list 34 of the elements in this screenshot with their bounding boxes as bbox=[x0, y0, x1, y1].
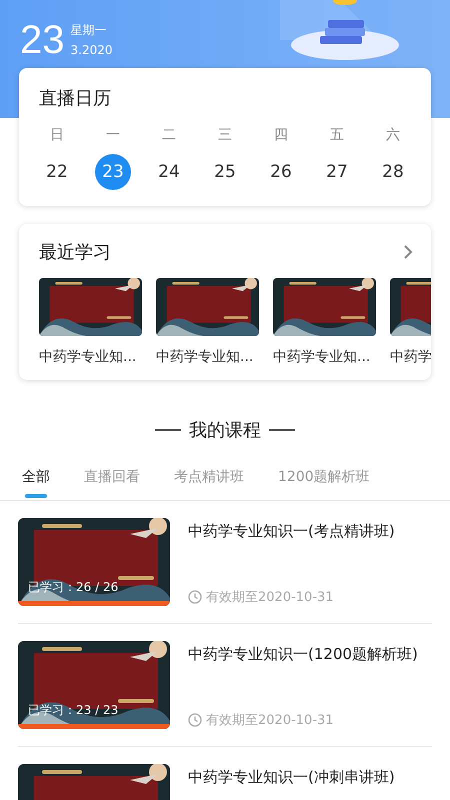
day-number: 23 bbox=[20, 20, 64, 60]
course-title[interactable]: 中药学专业知识一(1200题解析班) bbox=[188, 645, 418, 664]
course-title[interactable]: 中药学专业知... bbox=[156, 348, 259, 366]
progress-label: 已学习：26 / 26 bbox=[28, 579, 118, 596]
clock-icon bbox=[188, 713, 202, 727]
weekday-label: 四 bbox=[274, 126, 288, 144]
course-title[interactable]: 中药学 bbox=[390, 348, 431, 366]
calendar-date[interactable]: 24 bbox=[151, 154, 187, 190]
chevron-right-icon[interactable] bbox=[403, 244, 413, 260]
weekday-label: 三 bbox=[218, 126, 232, 144]
section-heading: 我的课程 bbox=[189, 419, 261, 442]
calendar-date[interactable]: 28 bbox=[375, 154, 411, 190]
weekday-label: 日 bbox=[50, 126, 64, 144]
course-title[interactable]: 中药学专业知... bbox=[39, 348, 142, 366]
weekday-label: 五 bbox=[330, 126, 344, 144]
expiry-date: 有效期至2020-10-31 bbox=[206, 589, 334, 606]
card-title: 直播日历 bbox=[39, 87, 112, 110]
calendar-date[interactable]: 26 bbox=[263, 154, 299, 190]
calendar-date[interactable]: 25 bbox=[207, 154, 243, 190]
month-year-label: 3.2020 bbox=[70, 43, 112, 57]
card-title: 最近学习 bbox=[39, 241, 111, 264]
progress-label: 已学习：23 / 23 bbox=[28, 702, 118, 719]
expiry-date: 有效期至2020-10-31 bbox=[206, 712, 334, 729]
clock-icon bbox=[188, 590, 202, 604]
weekday-label: 二 bbox=[162, 126, 176, 144]
course-title[interactable]: 中药学专业知识一(考点精讲班) bbox=[188, 522, 395, 541]
weekday-label: 一 bbox=[106, 126, 120, 144]
weekday-label: 六 bbox=[386, 126, 400, 144]
course-title[interactable]: 中药学专业知... bbox=[273, 348, 376, 366]
calendar-date[interactable]: 22 bbox=[39, 154, 75, 190]
course-title[interactable]: 中药学专业知识一(冲刺串讲班) bbox=[188, 768, 395, 787]
calendar-date[interactable]: 27 bbox=[319, 154, 355, 190]
category-tab[interactable]: 全部 bbox=[22, 468, 50, 500]
weekday-label: 星期一 bbox=[70, 22, 108, 39]
